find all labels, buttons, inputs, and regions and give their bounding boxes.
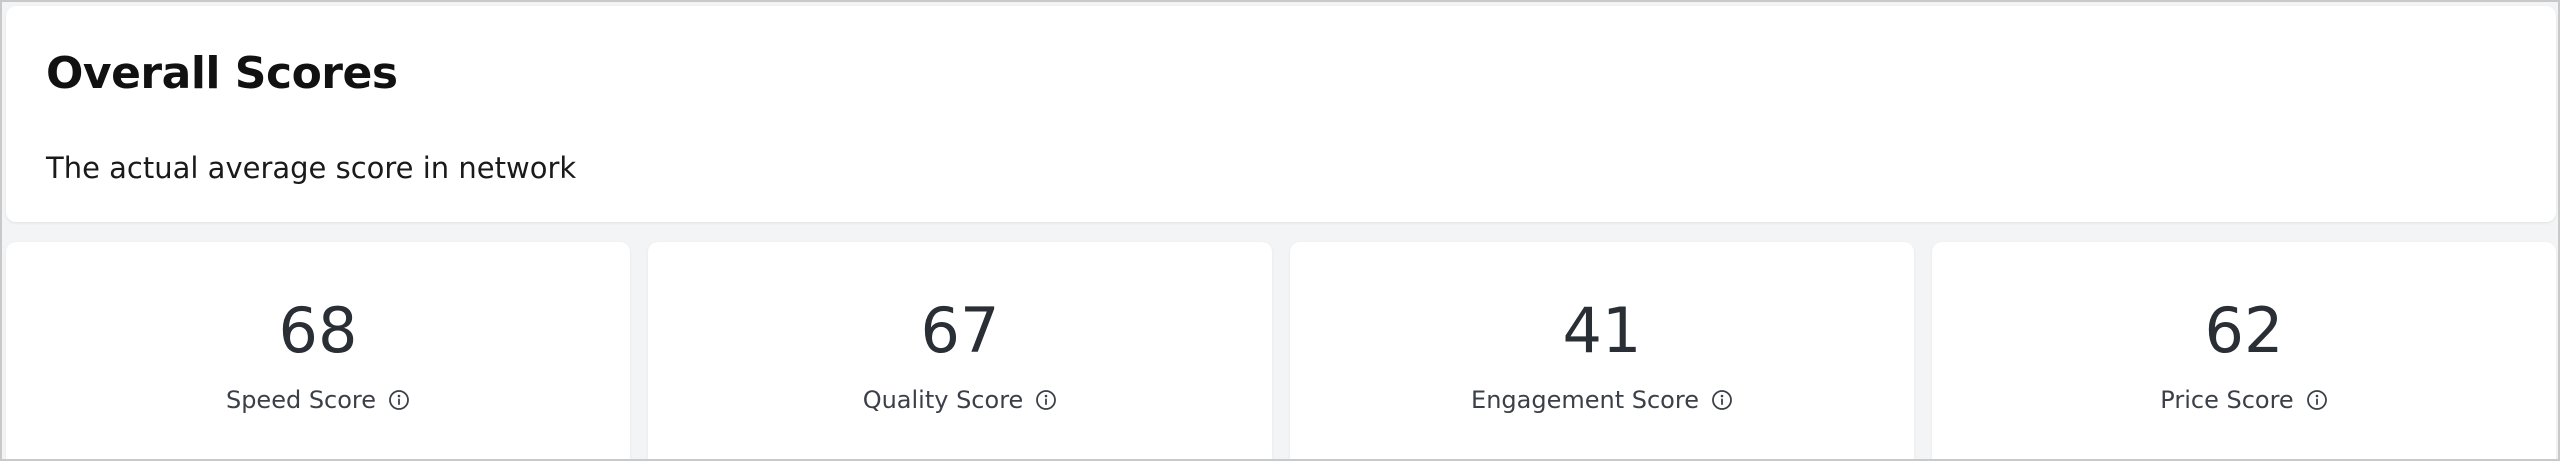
overall-scores-panel: Overall Scores The actual average score … bbox=[0, 0, 2560, 461]
score-label-row: Price Score bbox=[1932, 388, 2556, 412]
score-label-row: Quality Score bbox=[648, 388, 1272, 412]
info-icon[interactable] bbox=[388, 389, 410, 411]
score-value: 62 bbox=[2204, 294, 2284, 367]
score-label: Engagement Score bbox=[1471, 386, 1699, 414]
score-card-price-content: 62 Price Score bbox=[1932, 2, 2556, 459]
score-card-speed-content: 68 Speed Score bbox=[6, 2, 630, 459]
score-value: 67 bbox=[920, 294, 1000, 367]
score-label-row: Speed Score bbox=[6, 388, 630, 412]
score-value: 68 bbox=[278, 294, 358, 367]
score-label: Speed Score bbox=[225, 386, 377, 414]
score-label: Quality Score bbox=[862, 386, 1024, 414]
info-icon[interactable] bbox=[1035, 389, 1057, 411]
score-label: Price Score bbox=[2160, 386, 2294, 414]
score-card-engagement-content: 41 Engagement Score bbox=[1290, 2, 1914, 459]
score-value: 41 bbox=[1562, 294, 1642, 367]
info-icon[interactable] bbox=[1711, 389, 1733, 411]
score-card-quality-content: 67 Quality Score bbox=[648, 2, 1272, 459]
score-label-row: Engagement Score bbox=[1290, 388, 1914, 412]
info-icon[interactable] bbox=[2306, 389, 2328, 411]
